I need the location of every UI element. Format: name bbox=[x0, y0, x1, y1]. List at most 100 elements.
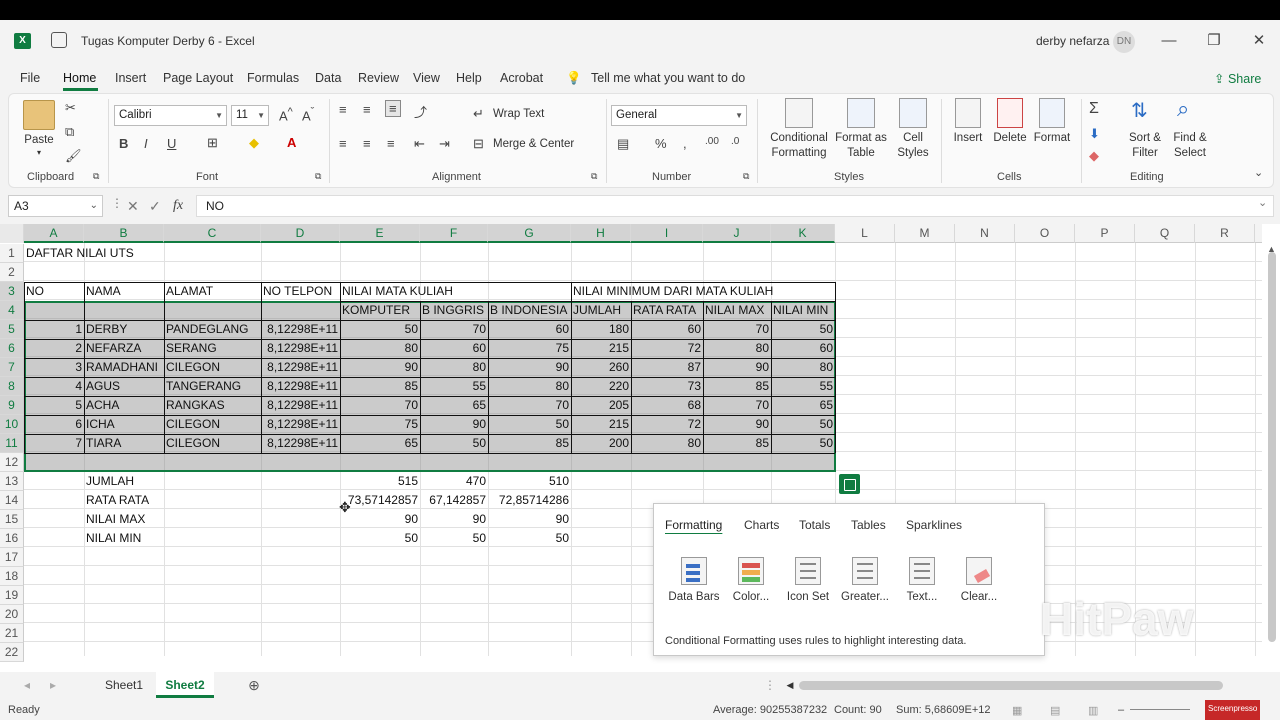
data-bars-option[interactable]: Data Bars bbox=[664, 557, 724, 603]
cell[interactable]: 73 bbox=[631, 377, 703, 396]
tab-file[interactable]: File bbox=[20, 71, 40, 85]
row-header-5[interactable]: 5 bbox=[0, 320, 24, 339]
column-header-r[interactable]: R bbox=[1195, 224, 1255, 243]
row-header-3[interactable]: 3 bbox=[0, 282, 24, 301]
column-header-d[interactable]: D bbox=[261, 224, 340, 243]
cell[interactable]: ALAMAT bbox=[164, 282, 261, 301]
normal-view-icon[interactable]: ▦ bbox=[1012, 704, 1022, 717]
column-header-k[interactable]: K bbox=[771, 224, 835, 243]
enter-icon[interactable]: ✓ bbox=[149, 198, 161, 215]
cell[interactable]: 90 bbox=[488, 358, 571, 377]
column-header-o[interactable]: O bbox=[1015, 224, 1075, 243]
cell[interactable]: 85 bbox=[703, 377, 771, 396]
clear-icon[interactable]: ◆ bbox=[1089, 148, 1099, 164]
tab-formulas[interactable]: Formulas bbox=[247, 71, 299, 85]
row-header-2[interactable]: 2 bbox=[0, 263, 24, 282]
cell[interactable]: 70 bbox=[703, 320, 771, 339]
cell[interactable]: 50 bbox=[420, 434, 488, 453]
color-scale-option[interactable]: Color... bbox=[721, 557, 781, 603]
row-header-4[interactable]: 4 bbox=[0, 301, 24, 320]
cell[interactable]: NILAI MIN bbox=[84, 529, 164, 548]
format-as-table-label2[interactable]: Table bbox=[833, 147, 889, 159]
cell[interactable]: B INDONESIA bbox=[488, 301, 571, 320]
column-header-b[interactable]: B bbox=[84, 224, 164, 243]
row-header-11[interactable]: 11 bbox=[0, 434, 24, 453]
cell[interactable]: 510 bbox=[488, 472, 571, 491]
cell[interactable]: DERBY bbox=[84, 320, 164, 339]
cell[interactable]: 8,12298E+11 bbox=[261, 434, 340, 453]
comma-style-icon[interactable]: , bbox=[683, 136, 687, 151]
row-header-6[interactable]: 6 bbox=[0, 339, 24, 358]
cell[interactable]: 80 bbox=[420, 358, 488, 377]
cell[interactable]: 75 bbox=[488, 339, 571, 358]
avatar[interactable]: DN bbox=[1113, 31, 1135, 53]
sort-filter-label2[interactable]: Filter bbox=[1123, 147, 1167, 159]
paste-icon[interactable] bbox=[23, 100, 55, 130]
tab-view[interactable]: View bbox=[413, 71, 440, 85]
tell-me-search[interactable]: Tell me what you want to do bbox=[591, 71, 745, 85]
cell[interactable]: 73,57142857 bbox=[340, 491, 420, 510]
scroll-left-icon[interactable]: ◂ bbox=[20, 672, 34, 698]
formula-input[interactable]: NO bbox=[196, 195, 1274, 217]
row-header-19[interactable]: 19 bbox=[0, 586, 24, 605]
column-header-h[interactable]: H bbox=[571, 224, 631, 243]
cell[interactable]: 85 bbox=[340, 377, 420, 396]
cell[interactable]: 70 bbox=[420, 320, 488, 339]
cell[interactable]: 75 bbox=[340, 415, 420, 434]
column-header-n[interactable]: N bbox=[955, 224, 1015, 243]
minimize-icon[interactable]: — bbox=[1158, 30, 1180, 52]
cell[interactable]: 50 bbox=[488, 529, 571, 548]
row-header-9[interactable]: 9 bbox=[0, 396, 24, 415]
find-select-label1[interactable]: Find & bbox=[1169, 132, 1211, 144]
cell[interactable]: 70 bbox=[340, 396, 420, 415]
cell[interactable]: NAMA bbox=[84, 282, 164, 301]
increase-indent-icon[interactable]: ⇥ bbox=[439, 136, 450, 152]
cell[interactable]: 68 bbox=[631, 396, 703, 415]
scroll-right-icon[interactable]: ▸ bbox=[46, 672, 60, 698]
cell[interactable]: 180 bbox=[571, 320, 631, 339]
cell[interactable]: ICHA bbox=[84, 415, 164, 434]
tab-formatting[interactable]: Formatting bbox=[665, 518, 722, 532]
row-header-16[interactable]: 16 bbox=[0, 529, 24, 548]
cell[interactable]: TANGERANG bbox=[164, 377, 261, 396]
align-top-icon[interactable]: ≡ bbox=[339, 102, 347, 117]
cell[interactable]: 50 bbox=[340, 529, 420, 548]
decrease-font-icon[interactable]: Aˇ bbox=[302, 106, 314, 123]
cell[interactable]: 8,12298E+11 bbox=[261, 339, 340, 358]
cell[interactable]: 85 bbox=[703, 434, 771, 453]
tab-page-layout[interactable]: Page Layout bbox=[163, 71, 233, 85]
horizontal-scrollbar[interactable] bbox=[799, 681, 1223, 690]
greater-than-option[interactable]: Greater... bbox=[835, 557, 895, 603]
cell[interactable]: 8,12298E+11 bbox=[261, 358, 340, 377]
bold-icon[interactable]: B bbox=[119, 136, 128, 151]
cell[interactable]: 70 bbox=[488, 396, 571, 415]
row-header-15[interactable]: 15 bbox=[0, 510, 24, 529]
column-header-e[interactable]: E bbox=[340, 224, 420, 243]
tab-data[interactable]: Data bbox=[315, 71, 341, 85]
row-header-18[interactable]: 18 bbox=[0, 567, 24, 586]
increase-font-icon[interactable]: A^ bbox=[279, 106, 293, 123]
increase-decimal-icon[interactable]: .00 bbox=[705, 136, 719, 147]
wrap-text-button[interactable]: Wrap Text bbox=[493, 108, 544, 120]
cell[interactable]: NO bbox=[24, 282, 84, 301]
scroll-up-icon[interactable]: ▲ bbox=[1267, 244, 1276, 254]
format-cells-button[interactable]: Format bbox=[1031, 132, 1073, 144]
cell[interactable]: 8,12298E+11 bbox=[261, 396, 340, 415]
cell[interactable]: CILEGON bbox=[164, 434, 261, 453]
cell[interactable]: 67,142857 bbox=[420, 491, 488, 510]
paste-button[interactable]: Paste bbox=[23, 134, 55, 146]
row-header-10[interactable]: 10 bbox=[0, 415, 24, 434]
cell[interactable]: 65 bbox=[340, 434, 420, 453]
row-header-21[interactable]: 21 bbox=[0, 624, 24, 643]
cell[interactable]: 6 bbox=[24, 415, 84, 434]
cell[interactable]: 515 bbox=[340, 472, 420, 491]
cell[interactable]: 200 bbox=[571, 434, 631, 453]
column-header-c[interactable]: C bbox=[164, 224, 261, 243]
cell[interactable]: 60 bbox=[771, 339, 835, 358]
cell[interactable]: 85 bbox=[488, 434, 571, 453]
column-header-q[interactable]: Q bbox=[1135, 224, 1195, 243]
cell[interactable]: 7 bbox=[24, 434, 84, 453]
dialog-launcher-icon[interactable]: ⧉ bbox=[743, 171, 749, 182]
cell[interactable]: 50 bbox=[420, 529, 488, 548]
sheet-tab-sheet1[interactable]: Sheet1 bbox=[94, 672, 154, 698]
